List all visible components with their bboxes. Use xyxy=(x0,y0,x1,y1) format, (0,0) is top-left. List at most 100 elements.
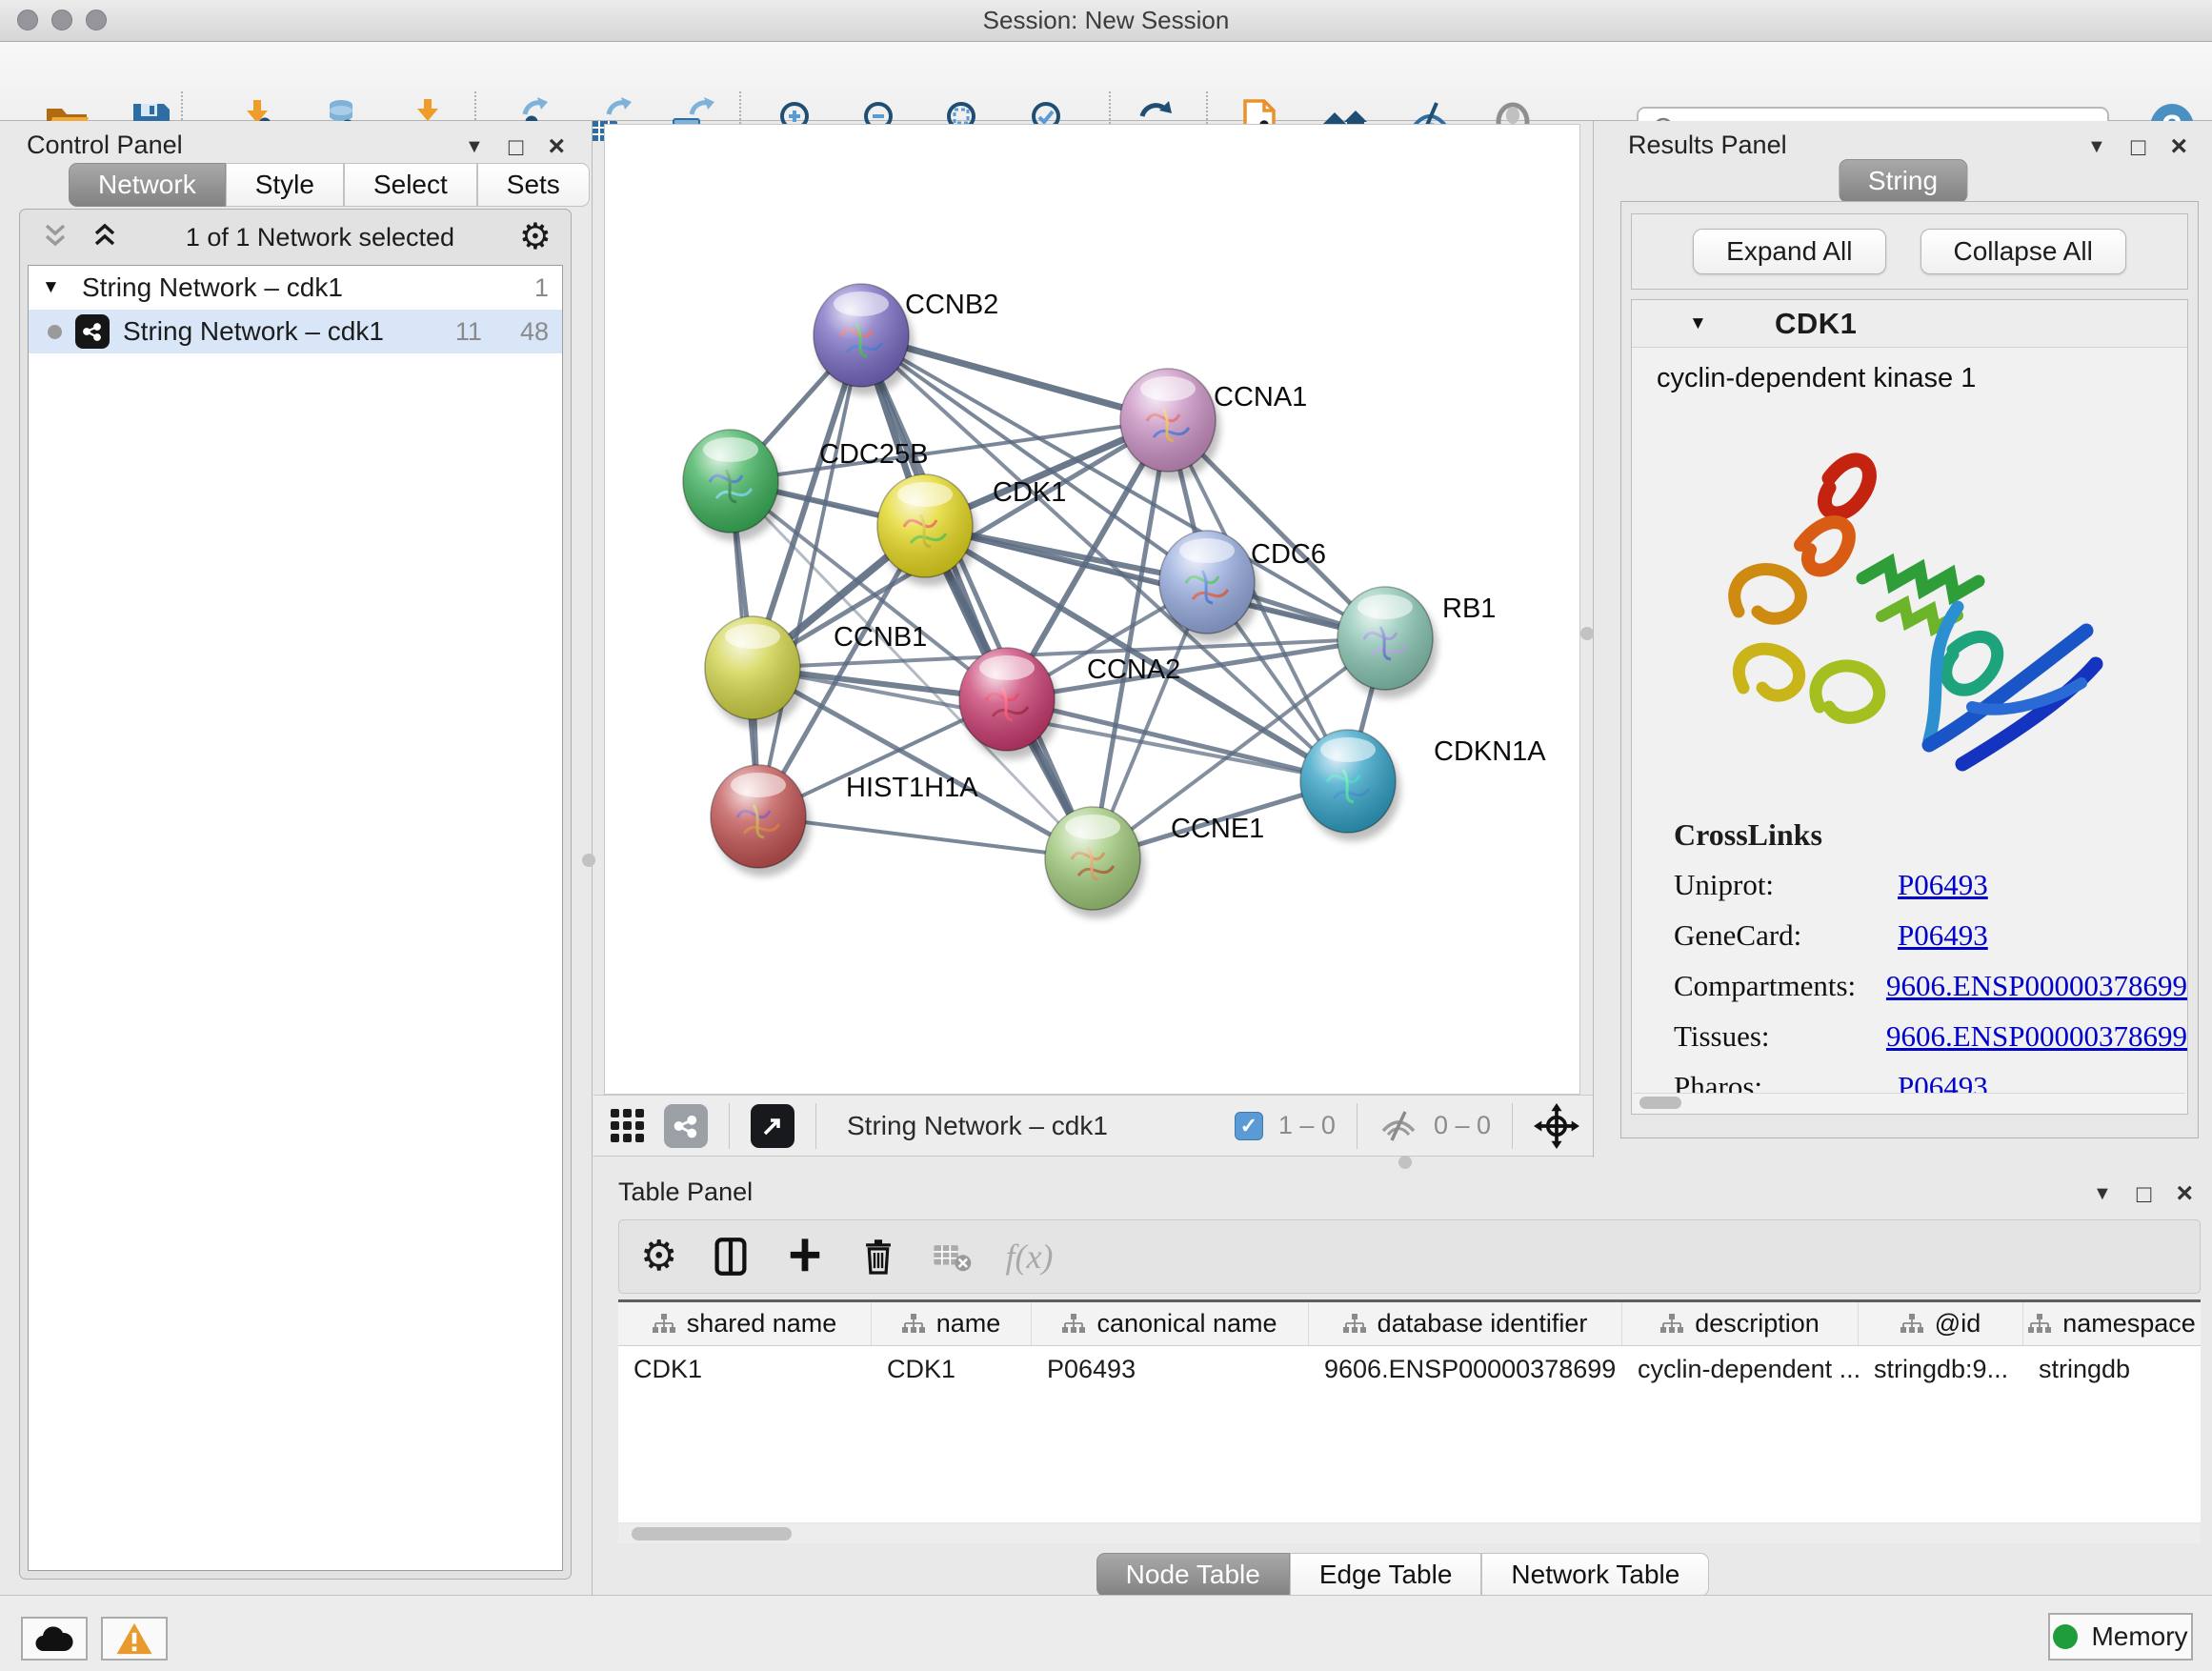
tab-string[interactable]: String xyxy=(1839,159,1967,203)
column-header[interactable]: database identifier xyxy=(1309,1302,1622,1345)
network-collection-row[interactable]: ▼ String Network – cdk1 1 xyxy=(29,266,562,310)
panel-menu-icon[interactable]: ▼ xyxy=(465,136,484,158)
collapse-all-icon[interactable] xyxy=(39,223,71,252)
column-header[interactable]: description xyxy=(1622,1302,1859,1345)
results-actions: Expand All Collapse All xyxy=(1631,213,2188,290)
memory-status-dot xyxy=(2053,1624,2078,1649)
control-panel: Control Panel ▼ □ × Network Style Select… xyxy=(0,121,593,1595)
delete-column-icon[interactable] xyxy=(858,1234,898,1279)
create-column-icon[interactable] xyxy=(784,1234,826,1279)
collection-count: 1 xyxy=(534,273,549,303)
tab-network-table[interactable]: Network Table xyxy=(1481,1553,1709,1597)
crosslink-value[interactable]: P06493 xyxy=(1898,918,1988,953)
close-window-button[interactable] xyxy=(17,10,38,30)
svg-text:CCNE1: CCNE1 xyxy=(1171,814,1264,844)
table-panel: Table Panel ▼ □ × ⚙ f(x) shared name nam… xyxy=(593,1166,2212,1595)
title-bar: Session: New Session xyxy=(0,0,2212,42)
gear-icon[interactable]: ⚙ xyxy=(519,219,552,255)
expand-all-button[interactable]: Expand All xyxy=(1693,229,1885,274)
results-horizontal-scrollbar[interactable] xyxy=(1634,1093,2185,1112)
gene-description: cyclin-dependent kinase 1 xyxy=(1632,348,2187,394)
section-expanded-icon[interactable]: ▼ xyxy=(1689,313,1716,334)
crosslink-label: Uniprot: xyxy=(1674,868,1898,902)
column-header[interactable]: @id xyxy=(1859,1302,2023,1345)
main-toolbar: ? xyxy=(0,42,2212,121)
results-panel: Results Panel ▼ □ × String Expand All Co… xyxy=(1593,121,2212,1158)
table-gear-icon[interactable]: ⚙ xyxy=(640,1236,677,1278)
cell-id: stringdb:9... xyxy=(1859,1355,2023,1384)
collapse-all-button[interactable]: Collapse All xyxy=(1920,229,2126,274)
tree-expanded-icon[interactable]: ▼ xyxy=(42,277,69,298)
node-table: shared name name canonical name database… xyxy=(618,1299,2201,1522)
crosslinks-section: CrossLinks Uniprot: P06493 GeneCard: P06… xyxy=(1674,817,2187,1104)
crosslink-label: GeneCard: xyxy=(1674,918,1898,953)
window-title: Session: New Session xyxy=(983,6,1230,35)
svg-text:CCNB1: CCNB1 xyxy=(834,622,927,653)
table-row[interactable]: CDK1 CDK1 P06493 9606.ENSP00000378699 cy… xyxy=(618,1346,2201,1392)
crosslink-row: Compartments: 9606.ENSP00000378699 xyxy=(1674,969,2187,1003)
network-view-title: String Network – cdk1 xyxy=(847,1111,1108,1141)
panel-close-icon[interactable]: × xyxy=(2170,131,2187,163)
grid-view-icon[interactable] xyxy=(607,1105,649,1147)
panel-float-icon[interactable]: □ xyxy=(2131,132,2146,162)
table-tabs: Node Table Edge Table Network Table xyxy=(593,1553,2212,1597)
control-panel-tabs: Network Style Select Sets xyxy=(69,163,590,207)
column-header[interactable]: canonical name xyxy=(1032,1302,1309,1345)
collection-label: String Network – cdk1 xyxy=(82,272,521,303)
panel-close-icon[interactable]: × xyxy=(548,131,565,163)
panel-menu-icon[interactable]: ▼ xyxy=(2087,136,2106,158)
control-panel-controls: ▼ □ × xyxy=(465,131,565,163)
column-header[interactable]: shared name xyxy=(618,1302,872,1345)
left-splitter-handle[interactable] xyxy=(582,854,595,867)
network-svg: CCNB2CCNA1CDC25BCDK1CDC6RB1CCNB1CCNA2CDK… xyxy=(605,125,1579,1094)
crosslinks-title: CrossLinks xyxy=(1674,817,2187,853)
crosslink-label: Compartments: xyxy=(1674,969,1886,1003)
toolbar-separator xyxy=(729,1103,730,1149)
network-share-view-icon[interactable] xyxy=(664,1104,708,1148)
table-horizontal-scrollbar[interactable] xyxy=(618,1524,2201,1543)
detach-view-icon[interactable] xyxy=(751,1104,794,1148)
maximize-window-button[interactable] xyxy=(86,10,107,30)
tab-select[interactable]: Select xyxy=(344,163,477,207)
cell-name: CDK1 xyxy=(872,1355,1032,1384)
panel-float-icon[interactable]: □ xyxy=(509,132,524,162)
svg-text:CCNA2: CCNA2 xyxy=(1087,654,1180,685)
crosslink-value[interactable]: 9606.ENSP00000378699 xyxy=(1886,969,2187,1003)
crosslink-value[interactable]: 9606.ENSP00000378699 xyxy=(1886,1019,2187,1054)
column-header[interactable]: namespace xyxy=(2023,1302,2201,1345)
panel-menu-icon[interactable]: ▼ xyxy=(2093,1183,2112,1205)
svg-text:CDC6: CDC6 xyxy=(1251,539,1326,570)
expand-all-icon[interactable] xyxy=(89,223,121,252)
panel-close-icon[interactable]: × xyxy=(2176,1178,2193,1210)
tab-node-table[interactable]: Node Table xyxy=(1096,1553,1290,1597)
right-splitter-handle[interactable] xyxy=(1580,627,1594,640)
svg-text:CCNA1: CCNA1 xyxy=(1214,382,1307,413)
gene-section-header[interactable]: ▼ CDK1 xyxy=(1632,300,2187,348)
selected-checkbox[interactable]: ✓ xyxy=(1235,1112,1263,1140)
warning-status-button[interactable] xyxy=(101,1617,168,1661)
results-panel-title: Results Panel xyxy=(1628,131,1787,160)
tab-style[interactable]: Style xyxy=(226,163,344,207)
tab-network[interactable]: Network xyxy=(69,163,226,207)
network-canvas[interactable]: CCNB2CCNA1CDC25BCDK1CDC6RB1CCNB1CCNA2CDK… xyxy=(604,124,1580,1095)
crosslink-value[interactable]: P06493 xyxy=(1898,868,1988,902)
network-view-toolbar: String Network – cdk1 ✓ 1 – 0 0 – 0 xyxy=(593,1095,1593,1157)
minimize-window-button[interactable] xyxy=(51,10,72,30)
network-panel-box: 1 of 1 Network selected ⚙ ▼ String Netwo… xyxy=(19,209,572,1580)
panel-float-icon[interactable]: □ xyxy=(2137,1179,2152,1209)
results-panel-controls: ▼ □ × xyxy=(2087,131,2187,163)
fit-selected-crosshair-icon[interactable] xyxy=(1534,1103,1579,1149)
table-panel-controls: ▼ □ × xyxy=(2093,1178,2193,1210)
status-bar: Memory xyxy=(0,1595,2212,1671)
cloud-status-button[interactable] xyxy=(21,1617,88,1661)
table-header-row: shared name name canonical name database… xyxy=(618,1302,2201,1346)
column-header[interactable]: name xyxy=(872,1302,1032,1345)
memory-button[interactable]: Memory xyxy=(2048,1613,2193,1661)
network-status-dot xyxy=(48,325,62,339)
network-row[interactable]: String Network – cdk1 11 48 xyxy=(29,310,562,353)
control-panel-title: Control Panel xyxy=(27,131,183,160)
horizontal-splitter-handle[interactable] xyxy=(1398,1156,1412,1169)
tab-sets[interactable]: Sets xyxy=(477,163,590,207)
show-columns-icon[interactable] xyxy=(710,1234,752,1279)
tab-edge-table[interactable]: Edge Table xyxy=(1290,1553,1482,1597)
